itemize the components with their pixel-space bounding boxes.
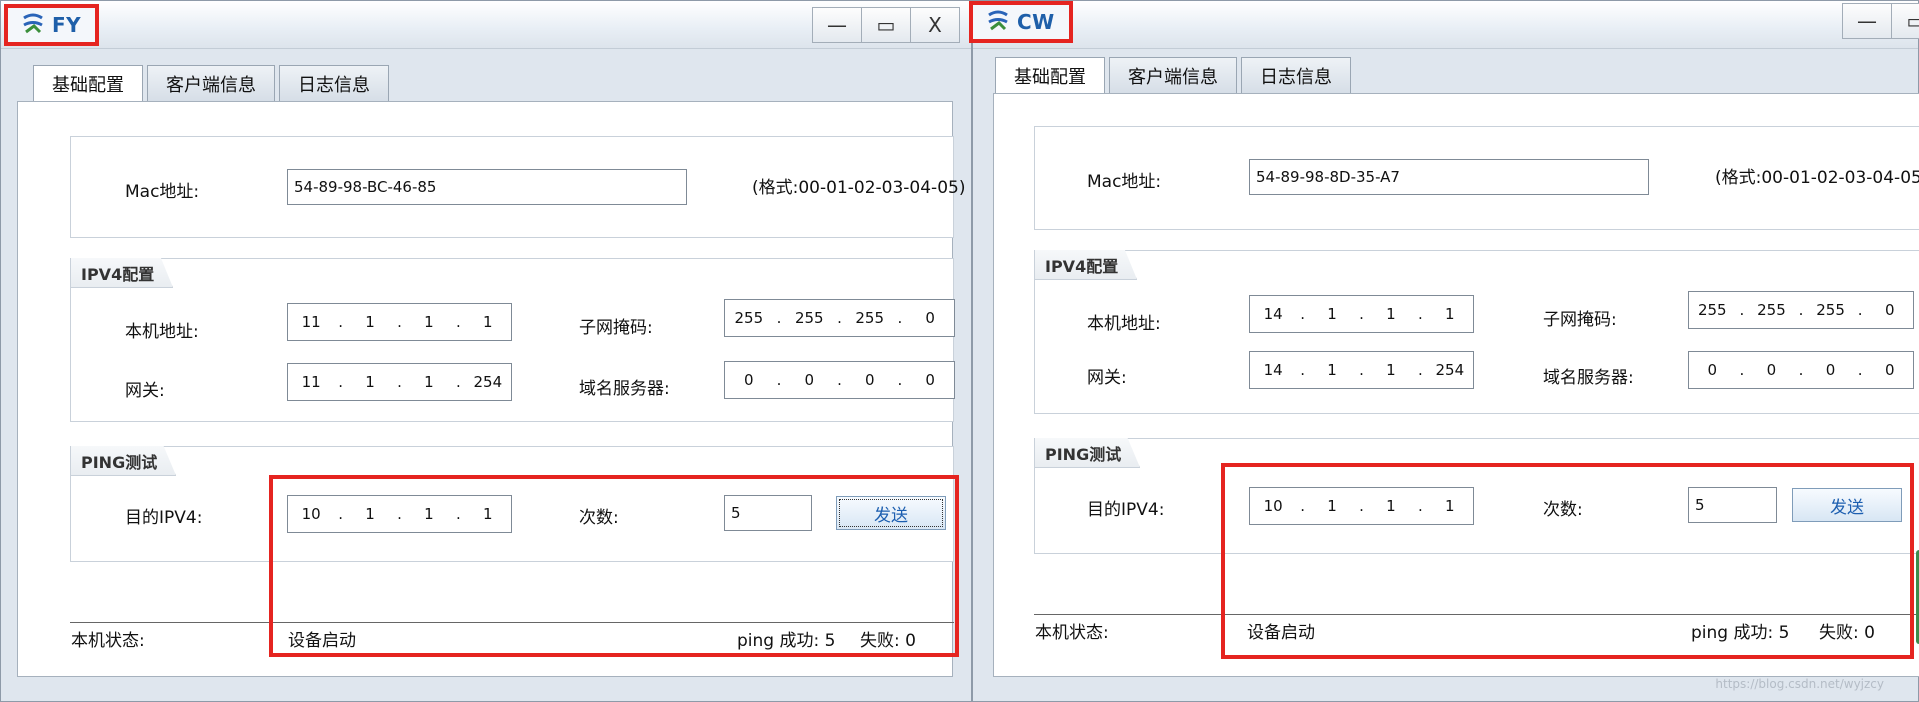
mac-format-hint: (格式:00-01-02-03-04-05) xyxy=(752,178,966,198)
ping-success-count: ping 成功: 5 xyxy=(737,631,836,651)
tab-basic-config[interactable]: 基础配置 xyxy=(33,65,143,101)
tab-bar: 基础配置 客户端信息 日志信息 xyxy=(33,65,389,101)
watermark-text: https://blog.csdn.net/wyjzcy xyxy=(1715,677,1884,691)
status-value: 设备启动 xyxy=(1247,623,1315,643)
subnet-mask-input[interactable]: 255. 255. 255. 0 xyxy=(724,299,955,337)
subnet-mask-input[interactable]: 255. 255. 255. 0 xyxy=(1688,291,1914,329)
status-divider xyxy=(70,622,954,623)
ipv4-legend: IPV4配置 xyxy=(71,258,174,288)
client-app-icon xyxy=(988,10,1008,31)
dest-ip-input[interactable]: 10. 1. 1. 1 xyxy=(1249,487,1474,525)
mac-input[interactable]: 54-89-98-8D-35-A7 xyxy=(1249,159,1649,195)
local-ip-label: 本机地址: xyxy=(1087,314,1161,334)
dns-server-input[interactable]: 0.0.0.0 xyxy=(1688,351,1914,389)
minimize-button[interactable]: — xyxy=(812,7,862,43)
dest-ip-label: 目的IPV4: xyxy=(125,508,203,528)
ipv4-group: IPV4配置 本机地址: 11. 1. 1. 1 子网掩码: 255. 255. 255.… xyxy=(70,258,955,422)
ping-fail-count: 失败: 0 xyxy=(860,631,916,651)
config-panel: Mac地址: 54-89-98-BC-46-85 (格式:00-01-02-03… xyxy=(17,101,965,677)
close-button[interactable]: X xyxy=(910,7,960,43)
title-bar[interactable]: CW — ▭ xyxy=(969,1,1919,49)
ping-count-label: 次数: xyxy=(579,508,619,528)
mac-format-hint: (格式:00-01-02-03-04-05) xyxy=(1715,168,1919,188)
mac-group: Mac地址: 54-89-98-8D-35-A7 (格式:00-01-02-03… xyxy=(1034,126,1919,230)
window-title: CW xyxy=(1017,10,1055,34)
mac-label: Mac地址: xyxy=(1087,172,1162,192)
ping-group: PING测试 目的IPV4: 10. 1. 1. 1 次数: 5 发送 xyxy=(1034,438,1919,554)
gateway-input[interactable]: 11. 1. 1. 254 xyxy=(287,363,512,401)
ipv4-group: IPV4配置 本机地址: 14. 1. 1. 1 子网掩码: 255. 255. 255.… xyxy=(1034,250,1919,414)
minimize-button[interactable]: — xyxy=(1842,3,1892,39)
send-ping-button[interactable]: 发送 xyxy=(836,496,946,530)
tab-basic-config[interactable]: 基础配置 xyxy=(995,57,1105,93)
ping-success-count: ping 成功: 5 xyxy=(1691,623,1790,643)
mac-label: Mac地址: xyxy=(125,182,200,202)
send-ping-button[interactable]: 发送 xyxy=(1792,488,1902,522)
status-divider xyxy=(1034,614,1919,615)
dest-ip-input[interactable]: 10. 1. 1. 1 xyxy=(287,495,512,533)
dest-ip-label: 目的IPV4: xyxy=(1087,500,1165,520)
tab-client-info[interactable]: 客户端信息 xyxy=(147,65,275,101)
window-title: FY xyxy=(52,13,82,37)
title-bar[interactable]: FY — ▭ X xyxy=(1,1,971,49)
subnet-mask-label: 子网掩码: xyxy=(1543,310,1617,330)
ping-count-label: 次数: xyxy=(1543,500,1583,520)
tab-log-info[interactable]: 日志信息 xyxy=(1241,57,1351,93)
tab-log-info[interactable]: 日志信息 xyxy=(279,65,389,101)
local-ip-input[interactable]: 11. 1. 1. 1 xyxy=(287,303,512,341)
gateway-label: 网关: xyxy=(1087,368,1127,388)
ping-legend: PING测试 xyxy=(71,446,177,476)
maximize-button[interactable]: ▭ xyxy=(1891,3,1919,39)
client-window-fy: FY — ▭ X 基础配置 客户端信息 日志信息 Mac地址: 54-89-98… xyxy=(0,0,972,702)
window-controls: — ▭ xyxy=(1842,3,1919,39)
title-highlight: FY xyxy=(4,4,100,46)
ping-group: PING测试 目的IPV4: 10. 1. 1. 1 次数: 5 发送 xyxy=(70,446,954,562)
status-value: 设备启动 xyxy=(288,631,356,651)
ping-count-input[interactable]: 5 xyxy=(724,495,812,531)
maximize-button[interactable]: ▭ xyxy=(861,7,911,43)
ipv4-legend: IPV4配置 xyxy=(1035,250,1138,280)
local-ip-input[interactable]: 14. 1. 1. 1 xyxy=(1249,295,1474,333)
ping-legend: PING测试 xyxy=(1035,438,1141,468)
ping-fail-count: 失败: 0 xyxy=(1819,623,1875,643)
ping-count-input[interactable]: 5 xyxy=(1688,487,1777,523)
title-highlight: CW xyxy=(969,1,1073,43)
tab-bar: 基础配置 客户端信息 日志信息 xyxy=(995,57,1351,93)
client-window-cw: CW — ▭ 基础配置 客户端信息 日志信息 Mac地址: 54-89-98-8… xyxy=(969,0,1919,702)
mac-input[interactable]: 54-89-98-BC-46-85 xyxy=(287,169,687,205)
client-app-icon xyxy=(23,13,43,34)
gateway-label: 网关: xyxy=(125,381,165,401)
mac-group: Mac地址: 54-89-98-BC-46-85 (格式:00-01-02-03… xyxy=(70,136,965,238)
config-panel: Mac地址: 54-89-98-8D-35-A7 (格式:00-01-02-03… xyxy=(993,93,1919,677)
subnet-mask-label: 子网掩码: xyxy=(579,318,653,338)
local-ip-label: 本机地址: xyxy=(125,322,199,342)
dns-server-label: 域名服务器: xyxy=(579,379,670,399)
gateway-input[interactable]: 14. 1. 1. 254 xyxy=(1249,351,1474,389)
window-controls: — ▭ X xyxy=(812,7,960,43)
dns-server-input[interactable]: 0.0.0.0 xyxy=(724,361,955,399)
status-label: 本机状态: xyxy=(71,631,145,651)
dns-server-label: 域名服务器: xyxy=(1543,368,1634,388)
status-label: 本机状态: xyxy=(1035,623,1109,643)
tab-client-info[interactable]: 客户端信息 xyxy=(1109,57,1237,93)
